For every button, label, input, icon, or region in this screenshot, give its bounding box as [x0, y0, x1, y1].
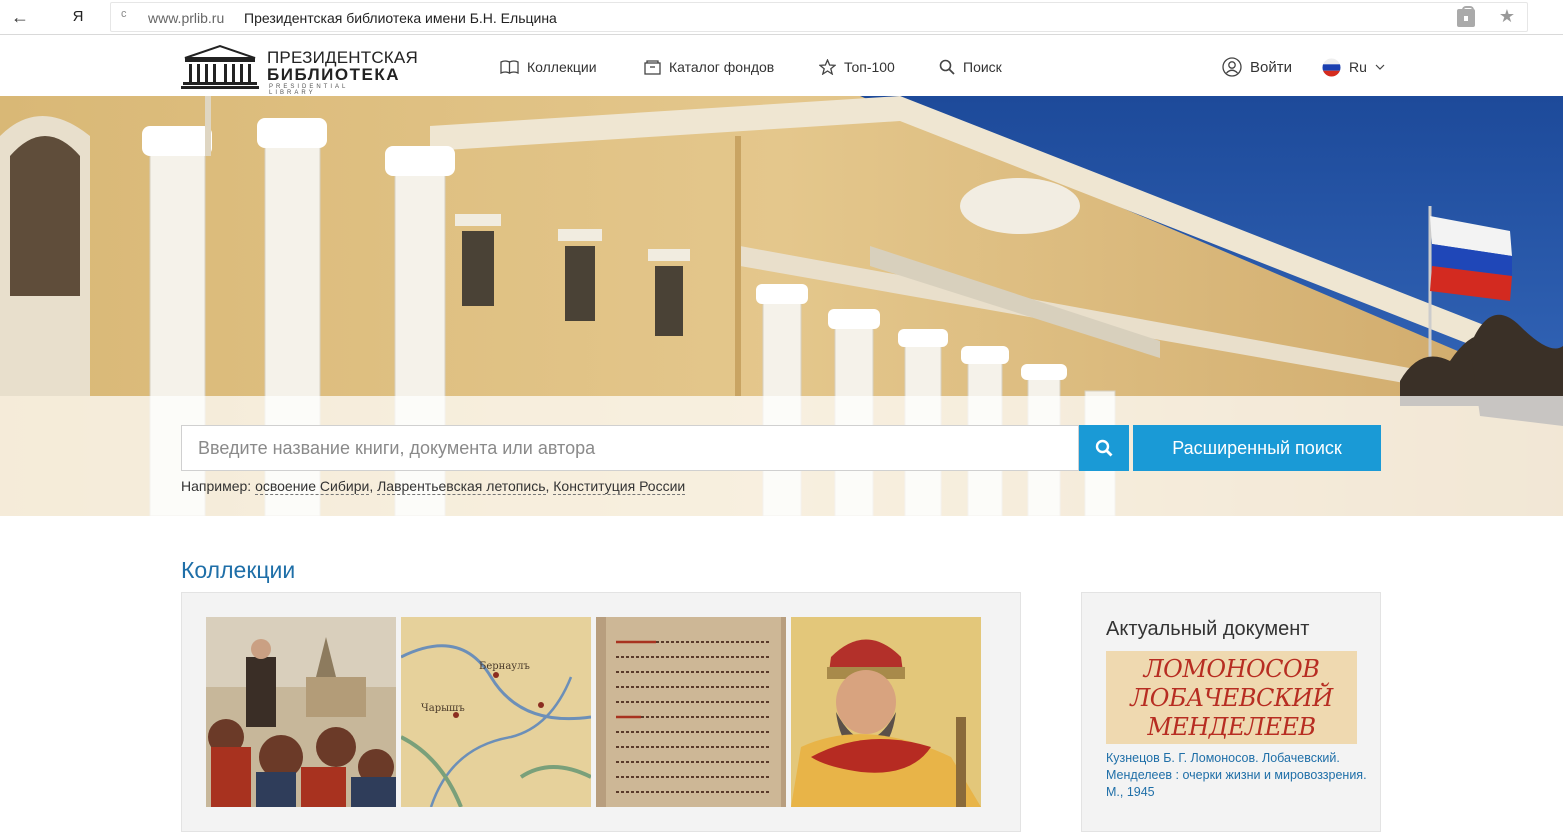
- collection-thumbnail[interactable]: Бернаулъ Чарышъ: [401, 617, 591, 807]
- star-outline-icon: [819, 59, 836, 75]
- logo-text-line2: БИБЛИОТЕКА: [267, 65, 400, 84]
- back-arrow-icon[interactable]: ←: [8, 6, 32, 28]
- actual-document-heading: Актуальный документ: [1106, 618, 1310, 640]
- collections-heading[interactable]: Коллекции: [181, 557, 295, 584]
- cover-line: ЛОМОНОСОВ: [1143, 655, 1320, 683]
- hero-banner: Расширенный поиск Например: освоение Сиб…: [0, 96, 1563, 516]
- login-link[interactable]: Войти: [1222, 56, 1292, 78]
- russia-flag-icon: [1322, 58, 1341, 76]
- url-domain: www.prlib.ru: [148, 10, 225, 26]
- search-input[interactable]: [181, 425, 1079, 471]
- site-header: ПРЕЗИДЕНТСКАЯ БИБЛИОТЕКА PRESIDENTIAL LI…: [0, 36, 1563, 96]
- address-bar[interactable]: c www.prlib.ru Президентская библиотека …: [110, 2, 1528, 32]
- page-title: Президентская библиотека имени Б.Н. Ельц…: [244, 10, 557, 26]
- lock-icon[interactable]: [1457, 6, 1475, 27]
- example-link[interactable]: Конституция России: [553, 478, 686, 495]
- yandex-icon[interactable]: Я: [68, 6, 88, 28]
- collection-thumbnail[interactable]: [206, 617, 396, 807]
- search-submit-button[interactable]: [1079, 425, 1129, 471]
- language-label: Ru: [1349, 59, 1367, 75]
- library-building-icon: [181, 44, 259, 89]
- document-cover-image[interactable]: ЛОМОНОСОВ ЛОБАЧЕВСКИЙ МЕНДЕЛЕЕВ: [1106, 651, 1357, 744]
- example-link[interactable]: Лаврентьевская летопись: [377, 478, 546, 495]
- cover-line: МЕНДЕЛЕЕВ: [1147, 713, 1316, 741]
- nav-catalog[interactable]: Каталог фондов: [644, 56, 774, 78]
- login-label: Войти: [1250, 58, 1292, 76]
- search-icon: [1095, 439, 1113, 457]
- nav-search-label: Поиск: [963, 59, 1002, 75]
- browser-toolbar: ← Я c www.prlib.ru Президентская библиот…: [0, 0, 1563, 35]
- nav-catalog-label: Каталог фондов: [669, 59, 775, 75]
- search-icon: [939, 59, 955, 75]
- examples-label: Например:: [181, 478, 252, 494]
- chevron-down-icon: [1375, 64, 1385, 70]
- collection-thumbnail[interactable]: [791, 617, 981, 807]
- nav-search[interactable]: Поиск: [939, 56, 1002, 78]
- nav-collections[interactable]: Коллекции: [500, 56, 597, 78]
- svg-text:Чарышъ: Чарышъ: [421, 703, 465, 714]
- nav-top100-label: Топ-100: [844, 59, 895, 75]
- example-link[interactable]: освоение Сибири: [255, 478, 370, 495]
- bookmark-star-icon[interactable]: ★: [1499, 6, 1515, 27]
- reload-icon[interactable]: c: [121, 8, 127, 20]
- user-icon: [1222, 57, 1242, 77]
- collections-panel: Бернаулъ Чарышъ: [181, 592, 1021, 832]
- site-logo[interactable]: ПРЕЗИДЕНТСКАЯ БИБЛИОТЕКА PRESIDENTIAL LI…: [181, 42, 418, 96]
- nav-top100[interactable]: Топ-100: [819, 56, 895, 78]
- language-selector[interactable]: Ru: [1322, 56, 1385, 78]
- svg-text:Бернаулъ: Бернаулъ: [479, 661, 530, 672]
- nav-collections-label: Коллекции: [527, 59, 597, 75]
- catalog-drawer-icon: [644, 59, 661, 75]
- document-link[interactable]: Кузнецов Б. Г. Ломоносов. Лобачевский. М…: [1106, 750, 1368, 801]
- cover-line: ЛОБАЧЕВСКИЙ: [1130, 684, 1333, 712]
- collection-thumbnail[interactable]: [596, 617, 786, 807]
- actual-document-panel: Актуальный документ ЛОМОНОСОВ ЛОБАЧЕВСКИ…: [1081, 592, 1381, 832]
- search-examples: Например: освоение Сибири, Лаврентьевска…: [181, 478, 686, 495]
- advanced-search-button[interactable]: Расширенный поиск: [1133, 425, 1381, 471]
- book-icon: [500, 60, 519, 74]
- logo-text-line3: PRESIDENTIAL LIBRARY: [269, 84, 349, 96]
